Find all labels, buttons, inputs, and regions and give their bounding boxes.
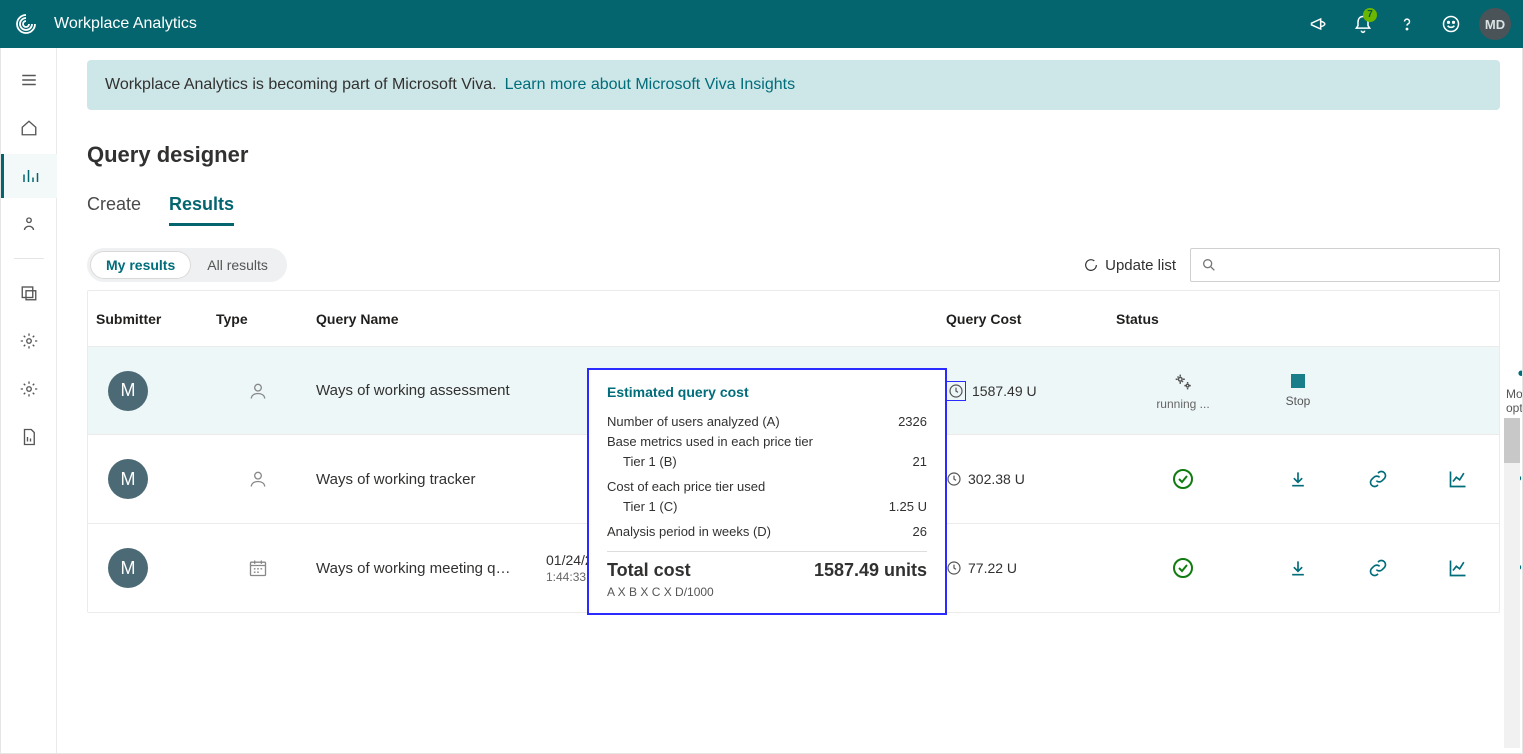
stop-button[interactable]: Stop [1266,374,1330,408]
banner-link[interactable]: Learn more about Microsoft Viva Insights [505,76,796,94]
main-content: Workplace Analytics is becoming part of … [57,48,1522,753]
status-success [1116,467,1250,491]
copy-link-button[interactable] [1346,524,1410,612]
cost-cell: 302.38 U [938,471,1108,487]
download-button[interactable] [1266,524,1330,612]
status-success [1116,556,1250,580]
download-button[interactable] [1266,435,1330,523]
notification-badge: 7 [1363,8,1377,22]
filter-my-results[interactable]: My results [90,251,191,279]
nav-analyze-icon[interactable] [1,154,57,198]
col-query-cost: Query Cost [938,311,1108,327]
banner-text: Workplace Analytics is becoming part of … [105,76,497,94]
page-title: Query designer [87,142,1500,168]
user-avatar[interactable]: MD [1479,8,1511,40]
table-header: Submitter Type Query Name Query Cost Sta… [88,291,1499,347]
help-icon[interactable] [1385,0,1429,48]
filter-all-results[interactable]: All results [191,251,284,279]
announcements-icon[interactable] [1297,0,1341,48]
tab-results[interactable]: Results [169,194,234,226]
query-name: Ways of working tracker [308,471,538,488]
tabs: Create Results [87,194,1500,226]
nav-download-icon[interactable] [1,415,57,459]
query-name: Ways of working meeting q… [308,560,538,577]
update-list-button[interactable]: Update list [1083,257,1176,274]
app-title: Workplace Analytics [54,15,197,33]
visualize-button[interactable] [1426,524,1490,612]
submitter-avatar: M [108,459,148,499]
cost-popover: Estimated query cost Number of users ana… [587,368,947,615]
update-list-label: Update list [1105,257,1176,274]
feedback-icon[interactable] [1429,0,1473,48]
notifications-icon[interactable]: 7 [1341,0,1385,48]
nav-menu-icon[interactable] [1,58,57,102]
tab-create[interactable]: Create [87,194,141,226]
col-submitter: Submitter [88,311,208,327]
submitter-avatar: M [108,371,148,411]
more-options-button[interactable]: •••More options [1506,367,1522,415]
info-banner: Workplace Analytics is becoming part of … [87,60,1500,110]
visualize-button[interactable] [1426,435,1490,523]
col-type: Type [208,311,308,327]
app-logo-icon [12,10,40,38]
search-input[interactable] [1190,248,1500,282]
type-icon [208,558,308,578]
vertical-scrollbar[interactable] [1504,418,1520,748]
cost-cell: 1587.49 U [938,381,1108,401]
results-toolbar: My results All results Update list [87,248,1500,282]
query-name: Ways of working assessment [308,382,538,399]
nav-data-sources-icon[interactable] [1,271,57,315]
copy-link-button[interactable] [1346,435,1410,523]
col-query-name: Query Name [308,311,538,327]
submitter-avatar: M [108,548,148,588]
side-nav [1,48,57,753]
status-running: running ... [1116,371,1250,411]
cost-cell: 77.22 U [938,560,1108,576]
nav-plans-icon[interactable] [1,202,57,246]
type-icon [208,381,308,401]
search-icon [1201,257,1217,273]
nav-settings-icon[interactable] [1,319,57,363]
refresh-icon [1083,257,1099,273]
nav-admin-settings-icon[interactable] [1,367,57,411]
app-header: Workplace Analytics 7 MD [0,0,1523,48]
nav-home-icon[interactable] [1,106,57,150]
type-icon [208,469,308,489]
popover-title: Estimated query cost [607,384,927,400]
results-filter-pill: My results All results [87,248,287,282]
col-status: Status [1108,311,1258,327]
